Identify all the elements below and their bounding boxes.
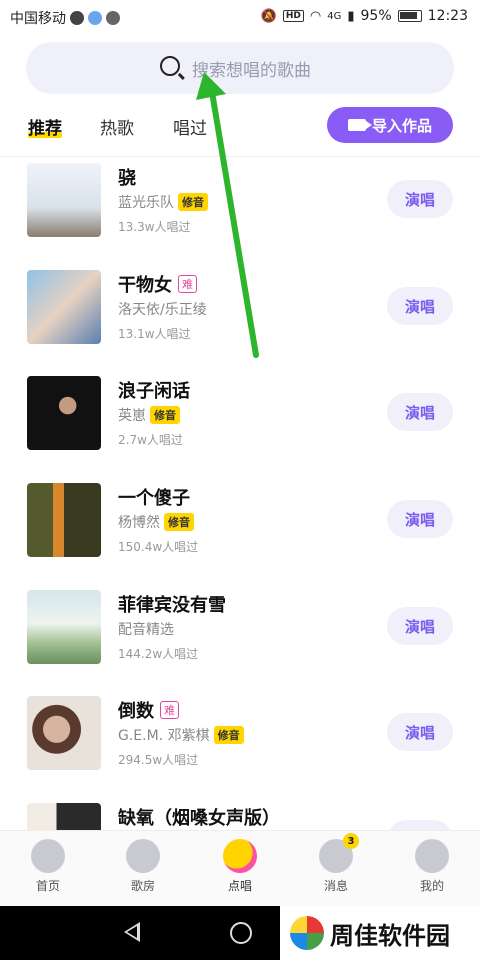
artist-name: 配音精选 xyxy=(118,622,174,638)
status-bar: 中国移动 🔕 HD ◠ 4G ▮ 95% 12:23 xyxy=(0,0,480,34)
tab-home[interactable]: 首页 xyxy=(8,839,88,894)
wifi-icon: ◠ xyxy=(309,8,322,24)
battery-percent: 95% xyxy=(360,8,392,24)
artist-name: G.E.M. 邓紫棋 xyxy=(118,728,210,744)
wechat-notification-icon xyxy=(106,11,120,25)
song-row[interactable]: 骁 蓝光乐队 修音 13.3w人唱过 演唱 xyxy=(0,160,480,266)
song-row[interactable]: 倒数 难 G.E.M. 邓紫棋 修音 294.5w人唱过 演唱 xyxy=(0,693,480,799)
bottom-tab-bar: 首页 歌房 点唱 3 消息 我的 xyxy=(0,830,480,907)
watermark-logo-icon xyxy=(290,916,324,950)
album-cover xyxy=(27,590,101,664)
pitch-fix-badge: 修音 xyxy=(213,726,244,744)
search-icon xyxy=(160,56,180,76)
song-meta: 英崽 修音 xyxy=(118,405,180,425)
pitch-fix-badge: 修音 xyxy=(150,406,180,424)
video-camera-icon xyxy=(347,119,372,131)
search-placeholder: 搜索想唱的歌曲 xyxy=(192,61,311,81)
sing-button[interactable]: 演唱 xyxy=(387,287,453,325)
artist-name: 英崽 xyxy=(118,408,146,424)
watermark: 周佳软件园 xyxy=(280,906,480,960)
message-count-badge: 3 xyxy=(343,833,359,849)
import-works-label: 导入作品 xyxy=(371,116,432,135)
sing-icon xyxy=(223,839,257,873)
song-title: 菲律宾没有雪 xyxy=(118,595,226,616)
sung-count: 150.4w人唱过 xyxy=(118,540,199,554)
watermark-text: 周佳软件园 xyxy=(330,921,450,950)
song-title: 缺氧（烟嗓女声版） xyxy=(118,808,280,829)
tab-room-label: 歌房 xyxy=(130,879,155,893)
tab-messages-label: 消息 xyxy=(323,879,348,893)
search-bar[interactable]: 搜索想唱的歌曲 xyxy=(26,42,454,94)
artist-name: 洛天依/乐正绫 xyxy=(118,302,207,318)
tab-home-label: 首页 xyxy=(35,879,60,893)
mute-icon: 🔕 xyxy=(260,8,277,24)
room-icon xyxy=(126,839,160,873)
tab-sing[interactable]: 点唱 xyxy=(200,839,280,894)
pitch-fix-badge: 修音 xyxy=(178,193,208,211)
album-cover xyxy=(27,376,101,450)
network-label: 4G xyxy=(327,10,342,22)
sing-button[interactable]: 演唱 xyxy=(387,180,453,218)
song-title: 干物女 xyxy=(118,275,172,296)
album-cover xyxy=(27,696,101,770)
back-icon[interactable] xyxy=(124,922,140,942)
album-cover xyxy=(27,163,101,237)
song-title: 倒数 xyxy=(118,701,154,722)
song-row[interactable]: 一个傻子 杨博然 修音 150.4w人唱过 演唱 xyxy=(0,480,480,586)
song-list[interactable]: 骁 蓝光乐队 修音 13.3w人唱过 演唱 干物女 难 洛天依/乐正绫 13.1… xyxy=(0,157,480,830)
profile-icon xyxy=(415,839,449,873)
song-row[interactable]: 菲律宾没有雪 配音精选 144.2w人唱过 演唱 xyxy=(0,587,480,693)
message-icon: 3 xyxy=(319,833,359,873)
sung-count: 144.2w人唱过 xyxy=(118,647,199,661)
song-title: 浪子闲话 xyxy=(118,381,190,402)
song-meta: 杨博然 修音 xyxy=(118,512,194,532)
carrier-label: 中国移动 xyxy=(10,11,66,27)
tab-sing-label: 点唱 xyxy=(227,879,252,893)
app-notification-icon xyxy=(88,11,102,25)
song-row[interactable]: 浪子闲话 英崽 修音 2.7w人唱过 演唱 xyxy=(0,373,480,479)
import-works-button[interactable]: 导入作品 xyxy=(327,107,453,143)
tab-sung[interactable]: 唱过 xyxy=(173,114,207,139)
tab-hot[interactable]: 热歌 xyxy=(100,114,134,139)
difficulty-badge: 难 xyxy=(178,275,197,293)
song-meta: 配音精选 xyxy=(118,619,174,639)
song-meta: 蓝光乐队 修音 xyxy=(118,192,208,212)
song-meta: G.E.M. 邓紫棋 修音 xyxy=(118,725,244,745)
pitch-fix-badge: 修音 xyxy=(164,513,194,531)
status-right: 🔕 HD ◠ 4G ▮ 95% 12:23 xyxy=(261,8,468,24)
song-title: 一个傻子 xyxy=(118,488,190,509)
album-cover xyxy=(27,483,101,557)
sung-count: 13.1w人唱过 xyxy=(118,327,191,341)
chat-notification-icon xyxy=(70,11,84,25)
song-row[interactable]: 缺氧（烟嗓女声版） 演唱 xyxy=(0,800,480,830)
sing-button[interactable]: 演唱 xyxy=(387,820,453,830)
difficulty-badge: 难 xyxy=(160,701,179,719)
sing-button[interactable]: 演唱 xyxy=(387,500,453,538)
tab-profile-label: 我的 xyxy=(419,879,444,893)
signal-icon: ▮ xyxy=(347,8,355,24)
artist-name: 蓝光乐队 xyxy=(118,195,174,211)
sung-count: 2.7w人唱过 xyxy=(118,433,183,447)
home-circle-icon[interactable] xyxy=(230,922,252,944)
hd-icon: HD xyxy=(282,10,304,22)
song-row[interactable]: 干物女 难 洛天依/乐正绫 13.1w人唱过 演唱 xyxy=(0,267,480,373)
home-icon xyxy=(31,839,65,873)
album-cover xyxy=(27,270,101,344)
sing-button[interactable]: 演唱 xyxy=(387,393,453,431)
song-meta: 洛天依/乐正绫 xyxy=(118,299,207,319)
song-title: 骁 xyxy=(118,168,136,189)
tab-room[interactable]: 歌房 xyxy=(103,839,183,894)
sing-button[interactable]: 演唱 xyxy=(387,607,453,645)
battery-icon xyxy=(397,10,422,22)
tab-profile[interactable]: 我的 xyxy=(392,839,472,894)
sung-count: 294.5w人唱过 xyxy=(118,753,199,767)
tab-messages[interactable]: 3 消息 xyxy=(296,833,376,894)
album-cover xyxy=(27,803,101,830)
sing-button[interactable]: 演唱 xyxy=(387,713,453,751)
sung-count: 13.3w人唱过 xyxy=(118,220,191,234)
artist-name: 杨博然 xyxy=(118,515,160,531)
tab-recommend[interactable]: 推荐 xyxy=(28,114,62,139)
clock: 12:23 xyxy=(427,8,468,24)
status-left: 中国移动 xyxy=(10,8,120,28)
